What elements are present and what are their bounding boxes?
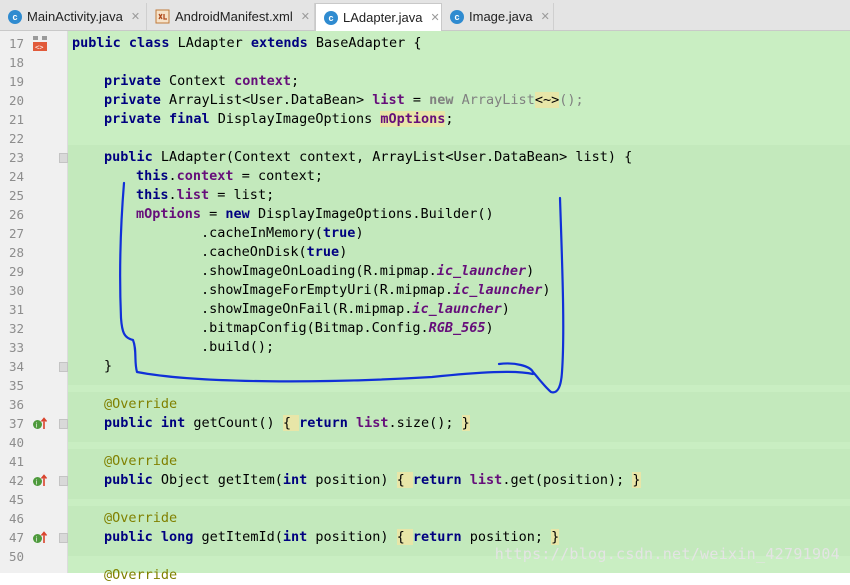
pen-annotation (119, 181, 565, 394)
